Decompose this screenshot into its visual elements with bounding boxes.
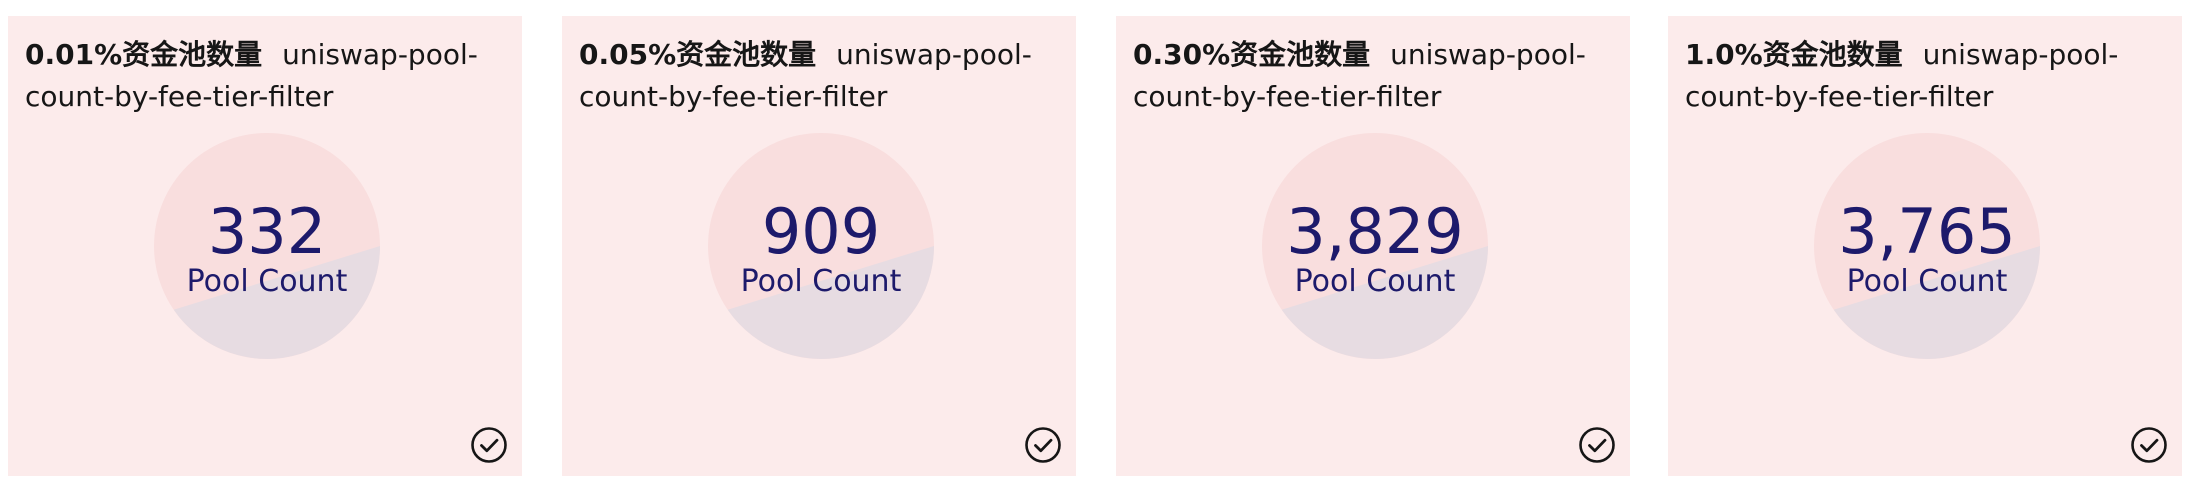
check-circle-icon[interactable] xyxy=(1578,426,1616,464)
pool-count-card-0-30: 0.30%资金池数量 uniswap-pool-count-by-fee-tier… xyxy=(1116,16,1630,476)
pool-count-label: Pool Count xyxy=(186,264,348,299)
pool-count-metric: 3,765 Pool Count xyxy=(1813,132,2041,360)
pool-count-value: 3,829 xyxy=(1286,195,1464,268)
fee-tier-label: 0.05%资金池数量 xyxy=(579,38,817,71)
pool-count-metric: 909 Pool Count xyxy=(707,132,935,360)
fee-tier-label: 0.30%资金池数量 xyxy=(1133,38,1371,71)
pool-count-value: 3,765 xyxy=(1838,195,2016,268)
pool-count-card-1-0: 1.0%资金池数量 uniswap-pool-count-by-fee-tier-… xyxy=(1668,16,2182,476)
fee-tier-label: 0.01%资金池数量 xyxy=(25,38,263,71)
pool-count-card-0-05: 0.05%资金池数量 uniswap-pool-count-by-fee-tier… xyxy=(562,16,1076,476)
card-title: 0.01%资金池数量 uniswap-pool-count-by-fee-tier… xyxy=(25,34,505,118)
card-title: 0.05%资金池数量 uniswap-pool-count-by-fee-tier… xyxy=(579,34,1059,118)
fee-tier-label: 1.0%资金池数量 xyxy=(1685,38,1903,71)
pool-count-metric: 332 Pool Count xyxy=(153,132,381,360)
pool-count-value: 332 xyxy=(207,195,327,268)
check-circle-icon[interactable] xyxy=(2130,426,2168,464)
card-title: 0.30%资金池数量 uniswap-pool-count-by-fee-tier… xyxy=(1133,34,1613,118)
pool-count-card-0-01: 0.01%资金池数量 uniswap-pool-count-by-fee-tier… xyxy=(8,16,522,476)
pool-count-label: Pool Count xyxy=(1294,264,1456,299)
pool-count-label: Pool Count xyxy=(1846,264,2008,299)
pool-count-label: Pool Count xyxy=(740,264,902,299)
pool-count-metric: 3,829 Pool Count xyxy=(1261,132,1489,360)
check-circle-icon[interactable] xyxy=(470,426,508,464)
check-circle-icon[interactable] xyxy=(1024,426,1062,464)
pool-count-value: 909 xyxy=(761,195,881,268)
card-title: 1.0%资金池数量 uniswap-pool-count-by-fee-tier-… xyxy=(1685,34,2165,118)
